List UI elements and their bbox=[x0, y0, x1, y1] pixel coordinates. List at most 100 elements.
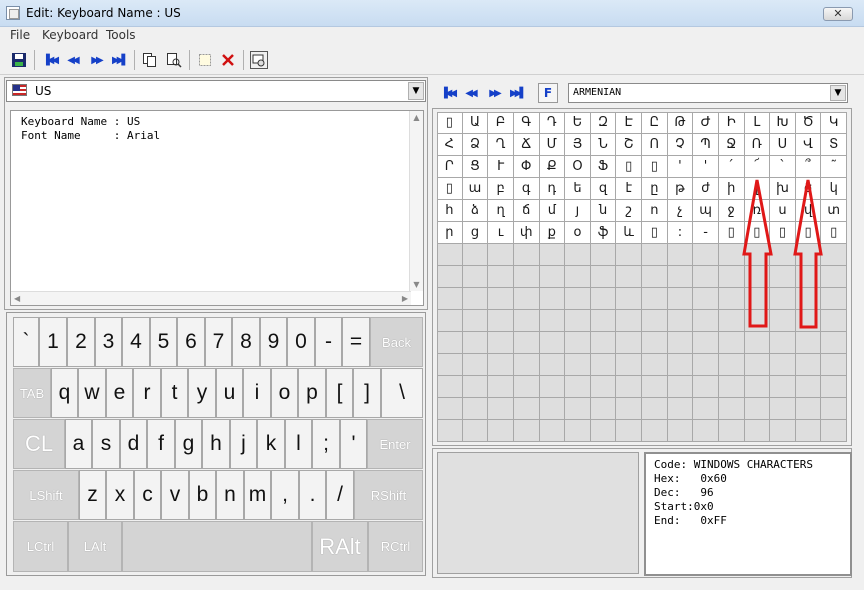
char-cell[interactable]: Խ bbox=[770, 112, 796, 134]
empty-char-cell[interactable] bbox=[590, 376, 617, 398]
key-h[interactable]: h bbox=[202, 419, 230, 469]
last-record-button[interactable]: ▶▶▌ bbox=[110, 51, 129, 69]
empty-char-cell[interactable] bbox=[693, 376, 719, 398]
menu-keyboard[interactable]: Keyboard bbox=[42, 28, 98, 42]
empty-char-cell[interactable] bbox=[437, 420, 463, 442]
empty-char-cell[interactable] bbox=[770, 398, 796, 420]
empty-char-cell[interactable] bbox=[795, 288, 822, 310]
key-b[interactable]: b bbox=[189, 470, 216, 520]
key-s[interactable]: s bbox=[92, 419, 120, 469]
scroll-up-icon[interactable]: ▲ bbox=[410, 113, 423, 122]
empty-char-cell[interactable] bbox=[488, 266, 514, 288]
char-cell[interactable]: ՛ bbox=[718, 156, 745, 178]
empty-char-cell[interactable] bbox=[718, 354, 745, 376]
key-minus[interactable]: - bbox=[315, 317, 342, 367]
empty-char-cell[interactable] bbox=[642, 376, 668, 398]
key-equals[interactable]: = bbox=[342, 317, 370, 367]
empty-char-cell[interactable] bbox=[616, 244, 642, 266]
empty-char-cell[interactable] bbox=[437, 332, 463, 354]
char-cell[interactable]: Պ bbox=[693, 134, 719, 156]
empty-char-cell[interactable] bbox=[437, 310, 463, 332]
new-icon[interactable] bbox=[196, 51, 214, 69]
char-cell[interactable]: ղ bbox=[488, 200, 514, 222]
empty-char-cell[interactable] bbox=[642, 244, 668, 266]
empty-char-cell[interactable] bbox=[616, 310, 642, 332]
char-cell[interactable]: Տ bbox=[821, 134, 847, 156]
char-cell[interactable]: Լ bbox=[744, 112, 771, 134]
key-2[interactable]: 2 bbox=[67, 317, 95, 367]
empty-char-cell[interactable] bbox=[744, 310, 771, 332]
empty-char-cell[interactable] bbox=[642, 266, 668, 288]
empty-char-cell[interactable] bbox=[590, 398, 617, 420]
key-a[interactable]: a bbox=[65, 419, 92, 469]
empty-char-cell[interactable] bbox=[565, 332, 591, 354]
char-cell[interactable]: ւ bbox=[488, 222, 514, 244]
empty-char-cell[interactable] bbox=[795, 244, 822, 266]
charset-next-button[interactable]: ▶▶ bbox=[485, 84, 503, 102]
empty-char-cell[interactable] bbox=[642, 332, 668, 354]
empty-char-cell[interactable] bbox=[795, 398, 822, 420]
empty-char-cell[interactable] bbox=[693, 354, 719, 376]
empty-char-cell[interactable] bbox=[667, 266, 694, 288]
charset-prev-button[interactable]: ◀◀ bbox=[461, 84, 479, 102]
empty-char-cell[interactable] bbox=[770, 332, 796, 354]
empty-char-cell[interactable] bbox=[437, 288, 463, 310]
key-0[interactable]: 0 bbox=[287, 317, 315, 367]
empty-char-cell[interactable] bbox=[488, 332, 514, 354]
empty-char-cell[interactable] bbox=[770, 244, 796, 266]
empty-char-cell[interactable] bbox=[744, 420, 771, 442]
find-icon[interactable] bbox=[165, 51, 183, 69]
char-cell[interactable]: տ bbox=[821, 200, 847, 222]
empty-char-cell[interactable] bbox=[616, 288, 642, 310]
empty-char-cell[interactable] bbox=[437, 354, 463, 376]
empty-char-cell[interactable] bbox=[744, 354, 771, 376]
char-cell[interactable]: Դ bbox=[539, 112, 566, 134]
empty-char-cell[interactable] bbox=[488, 288, 514, 310]
empty-char-cell[interactable] bbox=[821, 376, 847, 398]
charset-select[interactable]: ARMENIAN ▼ bbox=[568, 83, 848, 103]
char-cell[interactable]: ը bbox=[642, 178, 668, 200]
char-cell[interactable]: ▯ bbox=[718, 222, 745, 244]
empty-char-cell[interactable] bbox=[513, 420, 540, 442]
key-d[interactable]: d bbox=[120, 419, 147, 469]
char-cell[interactable]: Շ bbox=[616, 134, 642, 156]
empty-char-cell[interactable] bbox=[437, 244, 463, 266]
key-right-bracket[interactable]: ] bbox=[353, 368, 381, 418]
empty-char-cell[interactable] bbox=[565, 420, 591, 442]
empty-char-cell[interactable] bbox=[539, 244, 566, 266]
char-cell[interactable]: ▯ bbox=[821, 222, 847, 244]
char-cell[interactable]: ▯ bbox=[437, 112, 463, 134]
next-record-button[interactable]: ▶▶ bbox=[87, 51, 105, 69]
close-button[interactable]: ✕ bbox=[823, 7, 853, 21]
key-i[interactable]: i bbox=[243, 368, 271, 418]
empty-char-cell[interactable] bbox=[693, 332, 719, 354]
char-cell[interactable]: ' bbox=[693, 156, 719, 178]
empty-char-cell[interactable] bbox=[770, 310, 796, 332]
prev-record-button[interactable]: ◀◀ bbox=[63, 51, 81, 69]
empty-char-cell[interactable] bbox=[565, 288, 591, 310]
empty-char-cell[interactable] bbox=[616, 266, 642, 288]
char-cell[interactable]: Ծ bbox=[795, 112, 822, 134]
char-cell[interactable]: ▯ bbox=[795, 222, 822, 244]
empty-char-cell[interactable] bbox=[667, 310, 694, 332]
empty-char-cell[interactable] bbox=[693, 266, 719, 288]
empty-char-cell[interactable] bbox=[718, 376, 745, 398]
empty-char-cell[interactable] bbox=[718, 420, 745, 442]
key-r[interactable]: r bbox=[133, 368, 161, 418]
key-f[interactable]: f bbox=[147, 419, 175, 469]
char-cell[interactable]: Ժ bbox=[693, 112, 719, 134]
char-cell[interactable]: Ս bbox=[770, 134, 796, 156]
keyboard-select[interactable]: US ▼ bbox=[6, 80, 426, 102]
char-cell[interactable]: Թ bbox=[667, 112, 694, 134]
char-cell[interactable]: Վ bbox=[795, 134, 822, 156]
empty-char-cell[interactable] bbox=[821, 420, 847, 442]
empty-char-cell[interactable] bbox=[821, 354, 847, 376]
empty-char-cell[interactable] bbox=[744, 266, 771, 288]
empty-char-cell[interactable] bbox=[513, 332, 540, 354]
empty-char-cell[interactable] bbox=[718, 266, 745, 288]
key-q[interactable]: q bbox=[51, 368, 78, 418]
key-v[interactable]: v bbox=[161, 470, 189, 520]
key-right-shift[interactable]: RShift bbox=[354, 470, 423, 520]
char-cell[interactable]: վ bbox=[795, 200, 822, 222]
char-cell[interactable]: փ bbox=[513, 222, 540, 244]
